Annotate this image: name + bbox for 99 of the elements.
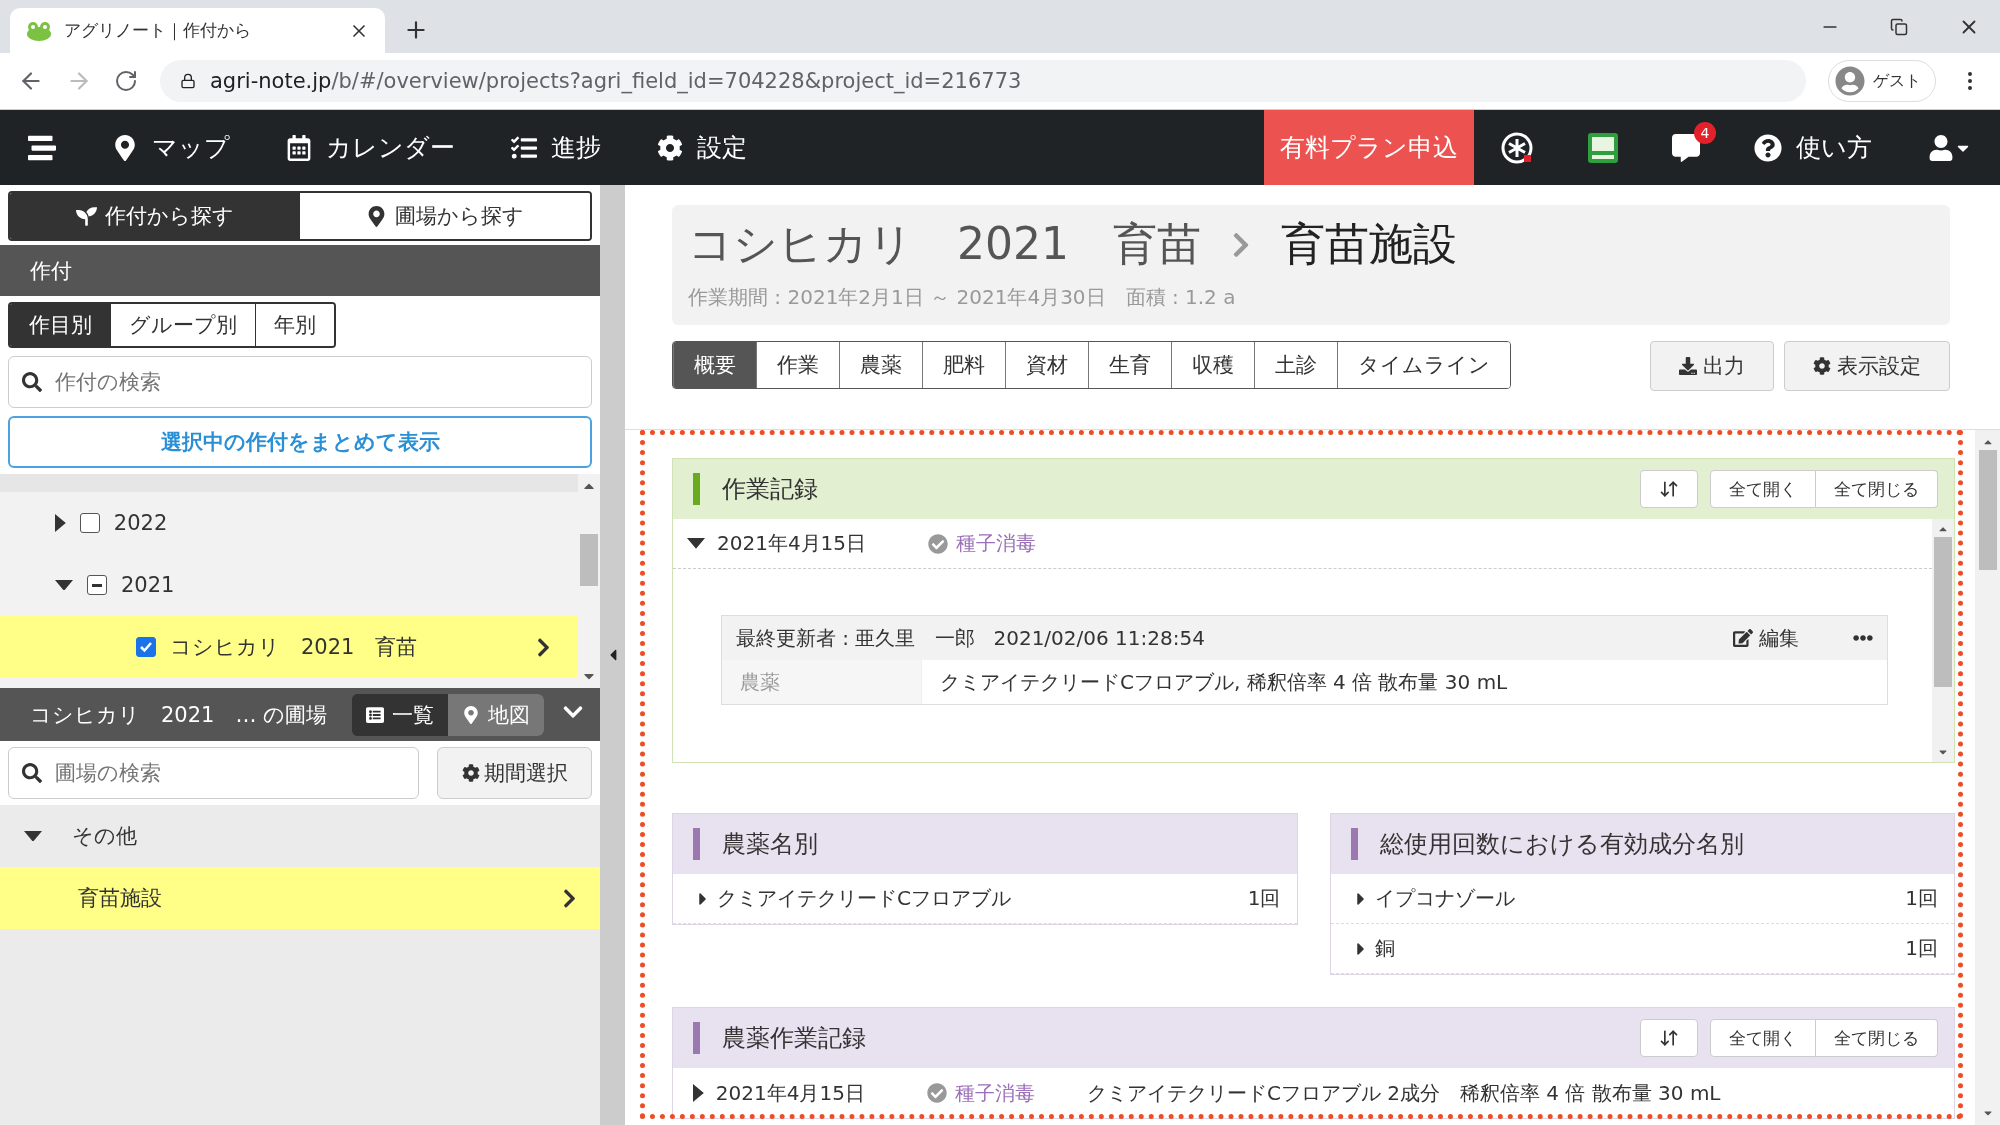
calendar-icon [286, 134, 312, 161]
action-button[interactable]: 表示設定 [1784, 341, 1950, 391]
panel-title: コシヒカリ 2021 … の圃場 [30, 701, 329, 729]
timestamp: 2021/02/06 11:28:54 [993, 626, 1205, 650]
sort-icon [1659, 1028, 1679, 1048]
url-text: agri-note.jp/b/#/overview/projects?agri_field_id=704228&project_id=216773 [210, 69, 1022, 93]
caret-down-icon[interactable] [55, 579, 73, 591]
task-link[interactable]: 種子消毒 [954, 1079, 1035, 1107]
view-tab[interactable]: 地図 [448, 693, 544, 736]
accent-bar [693, 473, 700, 505]
expand-all-button[interactable]: 全て開く [1710, 1019, 1816, 1057]
checkbox[interactable] [79, 513, 100, 533]
card-title: 作業記録 [721, 474, 819, 505]
accent-bar [1350, 828, 1358, 860]
card-title: 農薬作業記録 [721, 1023, 867, 1054]
tree-label: 2021 [121, 573, 175, 597]
avatar-icon [1835, 66, 1865, 96]
tab-title: アグリノート｜作付から [64, 19, 252, 42]
accent-bar [693, 828, 700, 860]
summary-row[interactable]: 銅 1回 [1330, 924, 1954, 974]
expand-all-button[interactable]: 全て開く [1710, 470, 1816, 508]
reload-icon[interactable] [114, 69, 138, 93]
view-tab[interactable]: 作目別 [10, 304, 110, 346]
crop-title: コシヒカリ 2021 育苗 [688, 217, 1201, 271]
help-icon [1754, 133, 1782, 162]
checkbox[interactable] [87, 575, 107, 595]
menu-icon[interactable] [28, 133, 56, 162]
tab[interactable]: 概要 [673, 342, 756, 388]
crop-label: コシヒカリ 2021 育苗 [170, 634, 419, 661]
collapse-all-button[interactable]: 全て閉じる [1816, 1019, 1938, 1057]
period-button[interactable]: 期間選択 [437, 747, 592, 799]
scroll-thumb[interactable] [580, 534, 598, 586]
nav-link[interactable]: マップ [84, 110, 258, 185]
notification-badge: 4 [1694, 122, 1716, 144]
crop-item[interactable]: コシヒカリ 2021 育苗 [0, 616, 578, 678]
tab[interactable]: タイムライン [1337, 342, 1510, 388]
nav-link[interactable]: 設定 [629, 110, 775, 185]
address-bar[interactable]: agri-note.jp/b/#/overview/projects?agri_field_id=704228&project_id=216773 [160, 60, 1806, 102]
sort-button[interactable] [1640, 1019, 1698, 1057]
scroll-thumb[interactable] [1978, 450, 1997, 570]
summary-row[interactable]: イプコナゾール 1回 [1330, 874, 1954, 924]
map-pin-icon [462, 705, 480, 724]
asterisk-circle-icon[interactable] [1500, 130, 1534, 165]
search-mode-tab[interactable]: 作付から探す [10, 193, 300, 239]
restore-icon[interactable] [1890, 17, 1908, 36]
settings-icon [461, 764, 480, 782]
collapse-all-button[interactable]: 全て閉じる [1816, 470, 1938, 508]
entry-row[interactable]: 2021年4月15日 種子消毒 [673, 519, 1932, 569]
task-link[interactable]: 種子消毒 [956, 530, 1037, 557]
section-title: 作付 [0, 245, 600, 296]
help-link[interactable]: 使い方 [1726, 110, 1900, 185]
sprout-icon [76, 205, 97, 227]
entry-detail: クミアイテクリードCフロアブル 2成分 稀釈倍率 4 倍 散布量 30 mL [1086, 1079, 1721, 1107]
accent-bar [693, 1022, 700, 1054]
edit-icon [1733, 628, 1753, 648]
nav-link[interactable]: 進捗 [483, 110, 629, 185]
field-title: 育苗施設 [1281, 217, 1457, 271]
map-pin-icon [112, 134, 138, 161]
lock-icon [180, 73, 196, 89]
field-item[interactable]: 育苗施設 [0, 867, 600, 929]
card-title: 総使用回数における有効成分名別 [1378, 829, 1745, 860]
nav-link[interactable]: カレンダー [258, 110, 483, 185]
settings-icon [657, 134, 683, 161]
map-pin-icon [366, 205, 387, 227]
sort-button[interactable] [1640, 470, 1698, 508]
list-icon [366, 705, 384, 724]
updated-by: 最終更新者 : 亜久里 一郎 [736, 624, 976, 652]
caret-right-icon[interactable] [55, 514, 66, 532]
entry-row[interactable]: 2021年4月15日 種子消毒 クミアイテクリードCフロアブル 2成分 稀釈倍率 4 倍 散布量 30 mL [673, 1068, 1954, 1118]
card-title: 農薬名別 [721, 829, 819, 860]
book-icon[interactable] [1586, 130, 1620, 165]
tree-label: 2022 [113, 511, 168, 535]
scroll-thumb[interactable] [1934, 537, 1952, 687]
group-row[interactable]: その他 [0, 805, 600, 867]
browser-tab[interactable]: アグリノート｜作付から [10, 8, 385, 53]
view-tab[interactable]: 年別 [255, 304, 334, 346]
download-icon [1679, 357, 1697, 375]
scrollbar[interactable] [1932, 519, 1954, 762]
settings-icon [1813, 357, 1831, 375]
scrollbar[interactable] [1975, 430, 2000, 1125]
paid-plan-button[interactable]: 有料プラン申込 [1264, 110, 1474, 185]
chat-icon[interactable] [1672, 133, 1700, 162]
crop-search-field[interactable]: 作付の検索 [8, 356, 592, 408]
frog-icon [26, 20, 52, 41]
edit-button[interactable]: 編集 [1727, 623, 1805, 653]
checklist-icon [511, 134, 537, 161]
combine-view-button[interactable]: 選択中の作付をまとめて表示 [8, 416, 592, 468]
checkbox[interactable] [136, 637, 156, 657]
action-button[interactable]: 出力 [1650, 341, 1774, 391]
count: 1回 [1905, 935, 1938, 962]
check-icon [139, 640, 153, 654]
sort-icon [1659, 479, 1679, 499]
detail-value: クミアイテクリードCフロアブル, 稀釈倍率 4 倍 散布量 30 mL [939, 668, 1508, 696]
period-text: 作業期間 : 2021年2月1日 ～ 2021年4月30日 面積 : 1.2 a [688, 284, 1237, 311]
count: 1回 [1905, 885, 1938, 912]
summary-row[interactable]: クミアイテクリードCフロアブル 1回 [673, 874, 1297, 924]
detail-label: 農薬 [722, 660, 922, 704]
count: 1回 [1247, 885, 1281, 912]
field-search-field[interactable]: 圃場の検索 [8, 747, 419, 799]
